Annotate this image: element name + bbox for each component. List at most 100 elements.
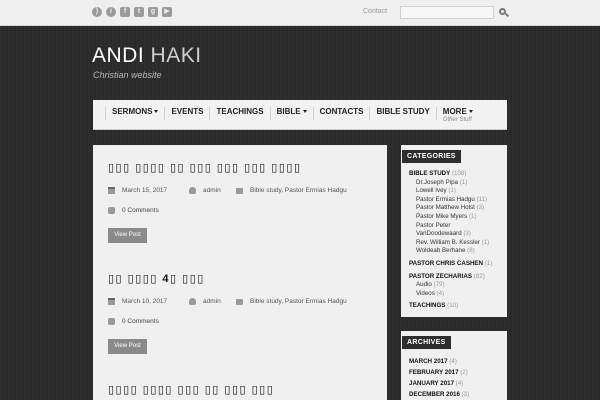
category-name: Woldeab Berhane xyxy=(416,247,466,255)
category-item[interactable]: PASTOR CHRIS CASHEN (1) xyxy=(409,260,507,269)
archive-count: (4) xyxy=(447,358,457,365)
post-title[interactable]: ▯▯ ▯▯▯▯ 4▯ ▯▯▯ xyxy=(108,272,378,285)
post-date[interactable]: March 15, 2017 xyxy=(122,187,167,194)
archive-name: DECEMBER 2016 xyxy=(409,391,460,398)
post-list: ▯▯▯ ▯▯▯▯ ▯▯ ▯▯▯ ▯▯▯ ▯▯▯ ▯▯▯▯ March 15, 2… xyxy=(93,145,387,400)
archive-name: JANUARY 2017 xyxy=(409,380,455,387)
category-count: (108) xyxy=(450,170,467,177)
social-links: ) i f t g ▶ xyxy=(92,7,172,17)
post-category[interactable]: Bible study, Pastor Ermias Hadgu xyxy=(250,187,347,194)
category-item[interactable]: VanDoodewaard (3) xyxy=(409,230,507,239)
nav-item-bible-study[interactable]: BIBLE STUDY xyxy=(369,107,435,120)
archives-widget: ARCHIVES MARCH 2017 (4) FEBRUARY 2017 (2)… xyxy=(401,331,507,400)
comment-icon xyxy=(108,207,115,214)
archive-name: FEBRUARY 2017 xyxy=(409,369,459,376)
comments-count: 0 Comments xyxy=(122,207,159,214)
category-name: Videos xyxy=(416,289,435,297)
chevron-down-icon xyxy=(302,110,307,114)
site-title[interactable]: ANDI HAKI xyxy=(92,44,202,68)
post-date[interactable]: March 10, 2017 xyxy=(122,298,167,305)
post-author[interactable]: admin xyxy=(203,298,221,305)
category-item[interactable]: BIBLE STUDY (108) xyxy=(409,170,507,179)
site-tagline: Christian website xyxy=(93,70,162,80)
archive-item[interactable]: DECEMBER 2016 (3) xyxy=(409,389,507,400)
category-item[interactable]: TEACHINGS (10) xyxy=(409,302,507,311)
user-icon xyxy=(189,187,196,194)
archives-heading: ARCHIVES xyxy=(402,336,451,349)
post-item: ▯▯ ▯▯▯▯ 4▯ ▯▯▯ March 10, 2017 admin Bibl… xyxy=(108,272,378,354)
category-count: (3) xyxy=(461,230,471,238)
twitter-icon[interactable]: t xyxy=(134,7,144,17)
category-item[interactable]: Dr.Joseph Pipa (1) xyxy=(409,179,507,188)
category-item[interactable]: Pastor Mike Myers (1) xyxy=(409,213,507,222)
category-name: Pastor Peter xyxy=(416,221,451,229)
rss-icon[interactable]: ) xyxy=(92,7,102,17)
main-nav: SERMONS EVENTS TEACHINGS BIBLE CONTACTS … xyxy=(93,100,507,130)
archive-count: (2) xyxy=(458,369,468,376)
top-bar: ) i f t g ▶ Contact xyxy=(0,0,600,26)
archive-item[interactable]: FEBRUARY 2017 (2) xyxy=(409,367,507,378)
chevron-down-icon xyxy=(154,110,159,114)
archive-count: (3) xyxy=(459,391,470,398)
user-icon xyxy=(189,298,196,305)
facebook-icon[interactable]: f xyxy=(120,7,130,17)
category-name: BIBLE STUDY xyxy=(409,170,451,177)
site-title-second: HAKI xyxy=(150,44,202,67)
category-count: (1) xyxy=(467,212,477,220)
category-name: Pastor Ermias Hadgu xyxy=(416,195,475,203)
category-count: (1) xyxy=(446,187,456,195)
archives-list: MARCH 2017 (4) FEBRUARY 2017 (2) JANUARY 2… xyxy=(401,349,507,400)
search-input[interactable] xyxy=(400,6,494,19)
category-count: (82) xyxy=(472,272,485,280)
category-name: TEACHINGS xyxy=(409,302,446,310)
category-name: Lowell Ivey xyxy=(416,187,447,195)
calendar-icon xyxy=(108,298,115,305)
archive-item[interactable]: MARCH 2017 (4) xyxy=(409,356,507,367)
site-title-first: ANDI xyxy=(92,44,145,67)
post-item: ▯▯▯ ▯▯▯▯ ▯▯ ▯▯▯ ▯▯▯ ▯▯▯ ▯▯▯▯ March 15, 2… xyxy=(108,161,378,243)
google-plus-icon[interactable]: g xyxy=(148,7,158,17)
category-name: Audio xyxy=(416,281,432,289)
view-post-button[interactable]: View Post xyxy=(108,339,147,354)
folder-icon xyxy=(236,188,243,194)
search-icon[interactable] xyxy=(499,8,510,18)
category-item[interactable]: Audio (79) xyxy=(409,281,507,290)
nav-item-sermons[interactable]: SERMONS xyxy=(105,107,164,120)
nav-item-more[interactable]: MORE Other Stuff xyxy=(435,107,479,123)
category-name: PASTOR ZECHARIAS xyxy=(409,272,473,280)
category-item[interactable]: PASTOR ZECHARIAS (82) xyxy=(409,273,507,282)
nav-item-teachings[interactable]: TEACHINGS xyxy=(209,107,269,120)
nav-item-events[interactable]: EVENTS xyxy=(164,107,209,120)
category-count: (10) xyxy=(445,302,459,310)
archive-name: MARCH 2017 xyxy=(409,358,448,365)
category-item[interactable]: Pastor Ermias Hadgu (11) xyxy=(409,196,507,205)
contact-link[interactable]: Contact xyxy=(363,8,387,15)
category-name: Pastor Matthew Holst xyxy=(416,204,475,212)
nav-item-bible[interactable]: BIBLE xyxy=(269,107,313,120)
nav-item-more-sub: Other Stuff xyxy=(442,117,472,123)
archive-item[interactable]: JANUARY 2017 (4) xyxy=(409,378,507,389)
category-name: Dr.Joseph Pipa xyxy=(416,178,458,186)
category-name: PASTOR CHRIS CASHEN xyxy=(409,259,484,267)
post-author[interactable]: admin xyxy=(203,187,221,194)
post-title[interactable]: ▯▯▯▯ ▯▯▯▯ ▯▯▯ ▯▯ ▯▯▯ ▯▯▯ xyxy=(108,383,378,396)
category-item[interactable]: Pastor Peter xyxy=(409,222,507,231)
category-name: Rev. William B. Kessler xyxy=(416,238,480,246)
post-category[interactable]: Bible study, Pastor Ermias Hadgu xyxy=(250,298,347,305)
category-count: (1) xyxy=(479,238,490,246)
category-item[interactable]: Pastor Matthew Holst (3) xyxy=(409,204,507,213)
category-count: (8) xyxy=(465,247,475,255)
category-count: (1) xyxy=(483,259,493,267)
category-item[interactable]: Rev. William B. Kessler (1) xyxy=(409,239,507,248)
category-name: VanDoodewaard xyxy=(416,230,462,238)
comments-count: 0 Comments xyxy=(122,318,159,325)
youtube-icon[interactable]: ▶ xyxy=(162,7,172,17)
category-item[interactable]: Lowell Ivey (1) xyxy=(409,187,507,196)
view-post-button[interactable]: View Post xyxy=(108,228,147,243)
nav-item-contacts[interactable]: CONTACTS xyxy=(312,107,370,120)
post-item: ▯▯▯▯ ▯▯▯▯ ▯▯▯ ▯▯ ▯▯▯ ▯▯▯ xyxy=(108,383,378,396)
post-title[interactable]: ▯▯▯ ▯▯▯▯ ▯▯ ▯▯▯ ▯▯▯ ▯▯▯ ▯▯▯▯ xyxy=(108,161,378,174)
category-item[interactable]: Videos (4) xyxy=(409,290,507,299)
category-item[interactable]: Woldeab Berhane (8) xyxy=(409,247,507,256)
info-icon[interactable]: i xyxy=(106,7,116,17)
